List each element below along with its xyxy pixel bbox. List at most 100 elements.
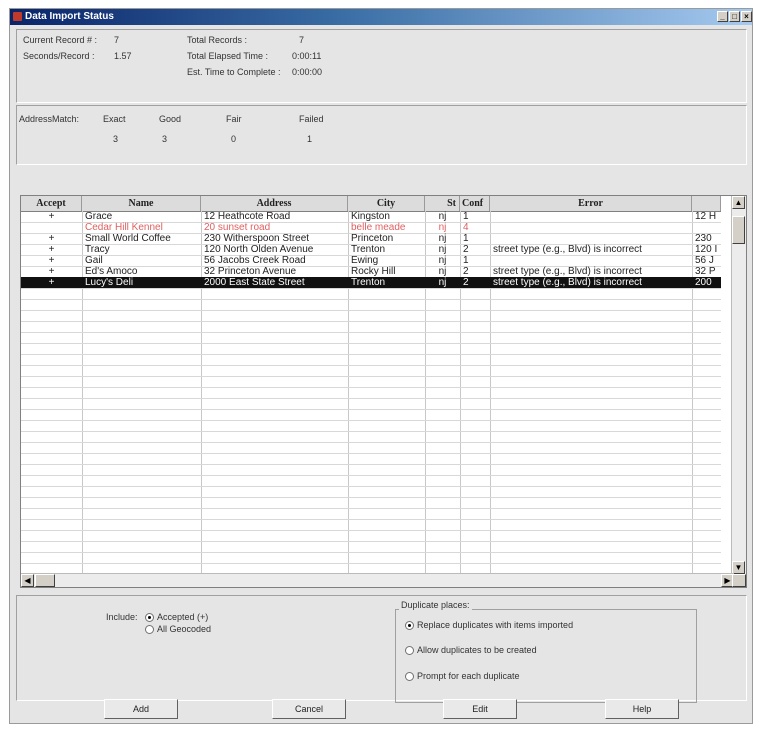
cell-name: Cedar Hill Kennel [85, 222, 163, 233]
cell-name: Gail [85, 255, 103, 266]
match-failed-label: Failed [299, 114, 324, 124]
cell-address: 230 Witherspoon Street [204, 233, 310, 244]
cell-address: 32 Princeton Avenue [204, 266, 297, 277]
vertical-scrollbar[interactable]: ▲ ▼ [731, 196, 746, 574]
cell-name: Lucy's Deli [85, 277, 134, 288]
include-accepted-label[interactable]: Accepted (+) [157, 612, 208, 622]
app-icon [13, 12, 22, 21]
window-title: Data Import Status [25, 11, 114, 22]
column-header-city[interactable]: City [348, 196, 425, 211]
scroll-thumb[interactable] [732, 216, 745, 244]
column-header-address[interactable]: Address [201, 196, 348, 211]
cell-accept: + [48, 255, 55, 266]
cell-accept: + [48, 233, 55, 244]
help-button[interactable]: Help [605, 699, 679, 719]
prompt-duplicate-label[interactable]: Prompt for each duplicate [417, 671, 520, 681]
cell-accept: + [48, 266, 55, 277]
prompt-duplicate-radio[interactable] [405, 672, 414, 681]
cell-st: nj [438, 233, 447, 244]
seconds-per-record-label: Seconds/Record : [23, 51, 95, 61]
allow-duplicates-label[interactable]: Allow duplicates to be created [417, 645, 537, 655]
column-header-conf[interactable]: Conf [460, 196, 490, 211]
current-record-label: Current Record # : [23, 35, 98, 45]
cell-accept: + [48, 211, 55, 222]
cell-accept [21, 222, 82, 233]
match-failed-count: 1 [307, 134, 313, 144]
horizontal-scrollbar[interactable]: ◀ ▶ [21, 573, 734, 587]
column-header-error[interactable]: Error [490, 196, 692, 211]
title-bar[interactable]: Data Import Status _ □ × [10, 9, 752, 25]
include-all-geocoded-radio[interactable] [145, 625, 154, 634]
cell-extra: 120 I [695, 244, 718, 255]
cell-address: 20 sunset road [204, 222, 271, 233]
cell-address: 56 Jacobs Creek Road [204, 255, 306, 266]
cell-conf: 1 [463, 211, 469, 222]
match-good-count: 3 [162, 134, 168, 144]
cell-city: Ewing [351, 255, 379, 266]
add-button[interactable]: Add [104, 699, 178, 719]
maximize-icon[interactable]: □ [729, 11, 740, 22]
replace-duplicates-radio[interactable] [405, 621, 414, 630]
cell-error [490, 211, 692, 222]
cell-error [490, 255, 692, 266]
cell-conf: 1 [463, 255, 469, 266]
cell-address: 2000 East State Street [204, 277, 305, 288]
cell-name: Tracy [85, 244, 110, 255]
match-exact-count: 3 [113, 134, 119, 144]
cell-city: Rocky Hill [351, 266, 396, 277]
column-header-name[interactable]: Name [82, 196, 201, 211]
total-records-value: 7 [299, 35, 305, 45]
match-fair-count: 0 [231, 134, 237, 144]
include-all-geocoded-label[interactable]: All Geocoded [157, 624, 211, 634]
cell-name: Grace [85, 211, 113, 222]
cell-accept: + [48, 244, 55, 255]
column-header-st[interactable]: St [425, 196, 460, 211]
replace-duplicates-label[interactable]: Replace duplicates with items imported [417, 620, 573, 630]
table-header: Accept Name Address City St Conf Error [21, 196, 721, 212]
est-time-label: Est. Time to Complete : [187, 67, 281, 77]
current-record-value: 7 [114, 35, 120, 45]
match-good-label: Good [159, 114, 182, 124]
cell-city: Trenton [351, 244, 386, 255]
cell-city: Princeton [351, 233, 394, 244]
total-elapsed-label: Total Elapsed Time : [187, 51, 269, 61]
cell-conf: 1 [463, 233, 469, 244]
cell-st: nj [438, 211, 447, 222]
column-header-extra[interactable] [692, 196, 721, 211]
allow-duplicates-radio[interactable] [405, 646, 414, 655]
cell-extra: 200 [695, 277, 712, 288]
status-panel: Current Record # : 7 Seconds/Record : 1.… [16, 29, 747, 103]
cell-extra [692, 222, 721, 233]
match-fair-label: Fair [226, 114, 242, 124]
cell-extra: 32 P [695, 266, 716, 277]
cell-st: nj [438, 222, 447, 233]
total-elapsed-value: 0:00:11 [292, 51, 322, 61]
cell-city: Trenton [351, 277, 386, 288]
import-results-table[interactable]: Accept Name Address City St Conf Error +… [20, 195, 747, 588]
include-accepted-radio[interactable] [145, 613, 154, 622]
cell-conf: 2 [463, 266, 469, 277]
scroll-up-icon[interactable]: ▲ [732, 196, 745, 209]
close-icon[interactable]: × [741, 11, 752, 22]
cell-st: nj [438, 266, 447, 277]
duplicate-places-title: Duplicate places: [399, 600, 472, 610]
edit-button[interactable]: Edit [443, 699, 517, 719]
cell-conf: 2 [463, 277, 469, 288]
cell-error [490, 222, 692, 233]
scroll-left-icon[interactable]: ◀ [21, 574, 34, 587]
total-records-label: Total Records : [187, 35, 248, 45]
cell-st: nj [438, 244, 447, 255]
est-time-value: 0:00:00 [292, 67, 323, 77]
cell-conf: 4 [463, 222, 469, 233]
column-header-accept[interactable]: Accept [21, 196, 82, 211]
cell-st: nj [438, 277, 447, 288]
cell-error: street type (e.g., Blvd) is incorrect [493, 277, 642, 288]
cell-name: Small World Coffee [85, 233, 171, 244]
import-status-window: Data Import Status _ □ × Current Record … [9, 8, 753, 724]
minimize-icon[interactable]: _ [717, 11, 728, 22]
include-label: Include: [106, 612, 138, 622]
address-match-label: AddressMatch: [19, 114, 80, 124]
hscroll-thumb[interactable] [35, 574, 55, 587]
cancel-button[interactable]: Cancel [272, 699, 346, 719]
cell-extra: 12 H [695, 211, 717, 222]
